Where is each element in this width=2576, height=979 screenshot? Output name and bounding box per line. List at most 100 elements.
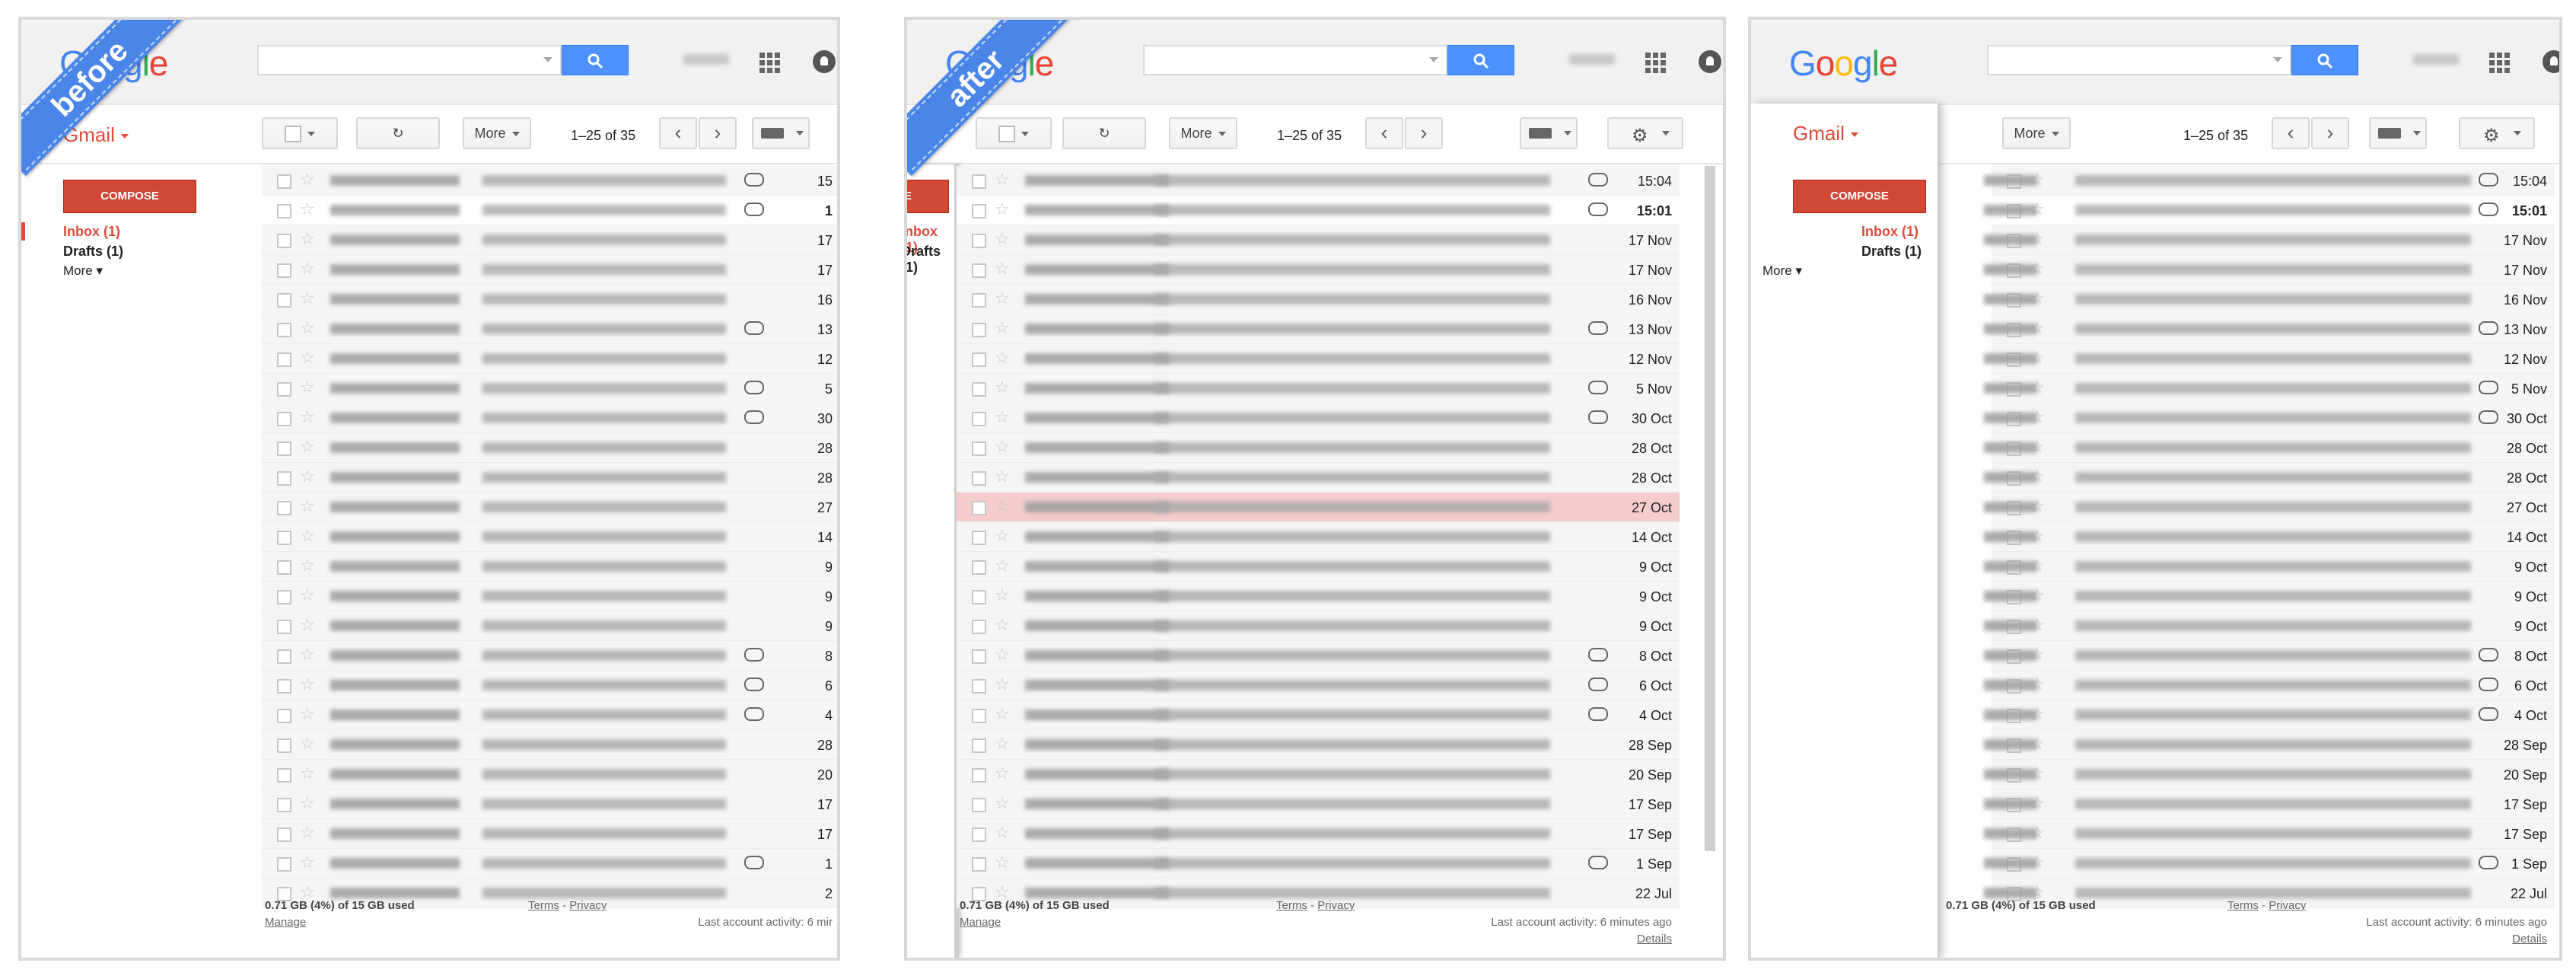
row-checkbox[interactable] [277, 352, 291, 367]
table-row[interactable]: ☆14 Oct [1984, 522, 2555, 552]
table-row[interactable]: ☆5 Nov [1984, 374, 2555, 403]
star-icon[interactable]: ☆ [995, 823, 1010, 843]
table-row[interactable]: ☆ 5 [262, 374, 837, 403]
terms-link[interactable]: Terms [2227, 899, 2259, 912]
star-icon[interactable]: ☆ [300, 645, 315, 665]
row-checkbox[interactable] [277, 531, 291, 545]
select-button[interactable] [976, 117, 1052, 149]
apps-grid-icon[interactable] [759, 53, 781, 74]
row-checkbox[interactable] [277, 560, 291, 575]
row-checkbox[interactable] [277, 590, 291, 604]
row-checkbox[interactable] [972, 501, 986, 515]
select-button[interactable] [262, 117, 338, 149]
row-checkbox[interactable] [277, 828, 291, 842]
table-row[interactable]: ☆4 Oct [957, 700, 1680, 730]
star-icon[interactable]: ☆ [300, 853, 315, 872]
table-row[interactable]: ☆9 Oct [957, 611, 1680, 641]
row-checkbox[interactable] [277, 412, 291, 426]
row-checkbox[interactable] [972, 649, 986, 664]
row-checkbox[interactable] [277, 649, 291, 664]
row-checkbox[interactable] [277, 442, 291, 456]
row-checkbox[interactable] [972, 679, 986, 694]
chevron-down-icon[interactable] [543, 57, 552, 62]
table-row[interactable]: ☆ 17 Sep [957, 819, 1680, 849]
star-icon[interactable]: ☆ [300, 348, 315, 368]
row-checkbox[interactable] [277, 204, 291, 218]
gmail-menu[interactable]: Gmail [1793, 122, 1858, 145]
star-icon[interactable]: ☆ [995, 585, 1010, 605]
table-row[interactable]: ☆8 Oct [1984, 641, 2555, 671]
row-checkbox[interactable] [277, 798, 291, 812]
star-icon[interactable]: ☆ [300, 526, 315, 546]
star-icon[interactable]: ☆ [995, 764, 1010, 783]
star-icon[interactable]: ☆ [995, 526, 1010, 546]
row-checkbox[interactable] [277, 738, 291, 753]
sidebar-item-drafts[interactable]: Drafts (1) [1861, 244, 1922, 260]
table-row[interactable]: ☆ 9 [262, 582, 837, 611]
star-icon[interactable]: ☆ [300, 199, 315, 219]
account-name[interactable] [1569, 54, 1615, 65]
table-row[interactable]: ☆28 Oct [1984, 433, 2555, 463]
row-checkbox[interactable] [972, 590, 986, 604]
table-row[interactable]: ☆ 13 [262, 314, 837, 344]
table-row[interactable]: ☆17 Nov [1984, 255, 2555, 285]
table-row[interactable]: ☆ 14 [262, 522, 837, 552]
row-checkbox[interactable] [277, 679, 291, 694]
table-row[interactable]: ☆ 17 Sep [957, 789, 1680, 819]
scrollbar[interactable] [1705, 166, 1715, 851]
row-checkbox[interactable] [972, 352, 986, 367]
newer-button[interactable]: ‹ [1365, 117, 1403, 149]
table-row[interactable]: ☆ 27 [262, 493, 837, 522]
compose-button[interactable]: COMPOSE [907, 180, 949, 213]
table-row[interactable]: ☆5 Nov [957, 374, 1680, 403]
details-link[interactable]: Details [1637, 933, 1672, 946]
table-row[interactable]: ☆ 20 [262, 760, 837, 789]
star-icon[interactable]: ☆ [300, 823, 315, 843]
older-button[interactable]: › [699, 117, 737, 149]
sidebar-item-inbox[interactable]: Inbox (1) [1861, 224, 1918, 240]
table-row[interactable]: ☆30 Oct [1984, 403, 2555, 433]
row-checkbox[interactable] [277, 323, 291, 337]
row-checkbox[interactable] [972, 560, 986, 575]
row-checkbox[interactable] [277, 501, 291, 515]
search-input[interactable] [1987, 45, 2291, 75]
table-row[interactable]: ☆ 20 Sep [957, 760, 1680, 789]
privacy-link[interactable]: Privacy [2269, 899, 2306, 912]
row-checkbox[interactable] [972, 293, 986, 308]
table-row[interactable]: ☆ 27 Oct [957, 493, 1680, 522]
row-checkbox[interactable] [972, 263, 986, 278]
google-logo[interactable]: Google [1789, 43, 1898, 84]
table-row[interactable]: ☆4 Oct [1984, 700, 2555, 730]
refresh-button[interactable]: ↻ [1062, 117, 1146, 149]
star-icon[interactable]: ☆ [300, 378, 315, 397]
star-icon[interactable]: ☆ [995, 674, 1010, 694]
table-row[interactable]: ☆ 17 [262, 225, 837, 255]
table-row[interactable]: ☆17 Nov [957, 225, 1680, 255]
table-row[interactable]: ☆ 30 [262, 403, 837, 433]
table-row[interactable]: ☆ 8 [262, 641, 837, 671]
row-checkbox[interactable] [277, 174, 291, 189]
table-row[interactable]: ☆ 1 [262, 196, 837, 225]
privacy-link[interactable]: Privacy [1317, 899, 1355, 912]
star-icon[interactable]: ☆ [995, 615, 1010, 635]
table-row[interactable]: ☆17 Nov [1984, 225, 2555, 255]
row-checkbox[interactable] [972, 412, 986, 426]
table-row[interactable]: ☆13 Nov [1984, 314, 2555, 344]
star-icon[interactable]: ☆ [995, 645, 1010, 665]
star-icon[interactable]: ☆ [995, 259, 1010, 279]
newer-button[interactable]: ‹ [2272, 117, 2310, 149]
settings-button[interactable]: ⚙ [2459, 117, 2535, 149]
table-row[interactable]: ☆9 Oct [957, 552, 1680, 582]
row-checkbox[interactable] [972, 768, 986, 783]
more-button[interactable]: More [463, 117, 531, 149]
chevron-down-icon[interactable] [1429, 57, 1438, 62]
table-row[interactable]: ☆28 Oct [957, 433, 1680, 463]
row-checkbox[interactable] [972, 709, 986, 723]
search-button[interactable] [562, 45, 629, 75]
table-row[interactable]: ☆ 1 [262, 849, 837, 879]
row-checkbox[interactable] [972, 442, 986, 456]
sidebar-item-inbox[interactable]: Inbox (1) [63, 224, 120, 240]
table-row[interactable]: ☆ 6 Oct [957, 671, 1680, 700]
table-row[interactable]: ☆9 Oct [1984, 582, 2555, 611]
table-row[interactable]: ☆ 15 [262, 166, 837, 196]
